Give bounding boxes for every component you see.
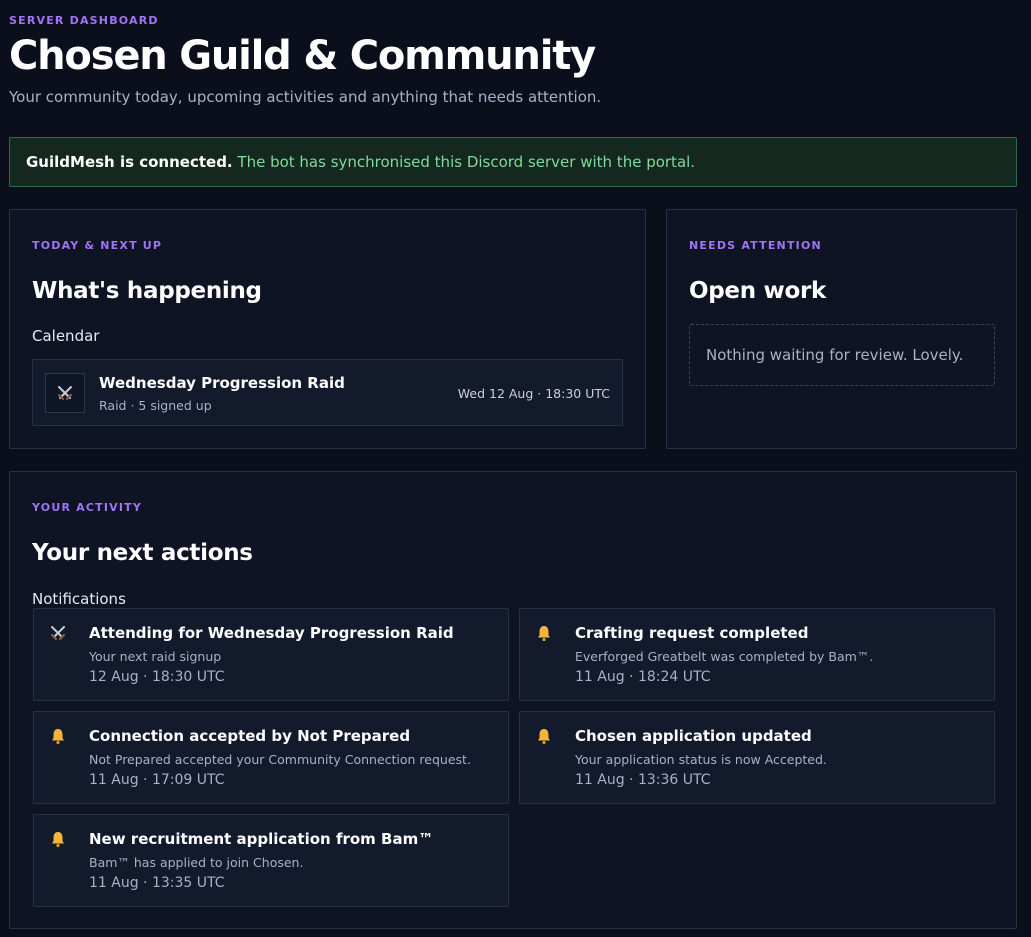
notification-time: 11 Aug · 13:35 UTC — [89, 875, 225, 891]
notification-body: Your application status is now Accepted. — [575, 752, 827, 767]
page-eyebrow: SERVER DASHBOARD — [9, 14, 159, 27]
open-work-title: Open work — [689, 278, 826, 304]
notification-time: 11 Aug · 17:09 UTC — [89, 772, 225, 788]
notification-time: 11 Aug · 18:24 UTC — [575, 669, 711, 685]
notification-item[interactable]: Crafting request completed Everforged Gr… — [519, 608, 995, 701]
banner-strong-text: GuildMesh is connected. — [26, 153, 233, 171]
happening-title: What's happening — [32, 278, 262, 304]
open-work-eyebrow: NEEDS ATTENTION — [689, 239, 822, 252]
notification-item[interactable]: Chosen application updated Your applicat… — [519, 711, 995, 804]
your-activity-card: YOUR ACTIVITY Your next actions Notifica… — [9, 471, 1017, 929]
event-meta: Raid · 5 signed up — [99, 398, 212, 413]
connection-banner: GuildMesh is connected. The bot has sync… — [9, 137, 1017, 187]
notification-body: Your next raid signup — [89, 649, 222, 664]
notification-title: New recruitment application from Bam™ — [89, 830, 434, 848]
open-work-card: NEEDS ATTENTION Open work Nothing waitin… — [666, 209, 1017, 449]
open-work-empty-state: Nothing waiting for review. Lovely. — [689, 324, 995, 386]
notification-title: Connection accepted by Not Prepared — [89, 727, 411, 745]
event-title: Wednesday Progression Raid — [99, 374, 345, 392]
crossed-swords-icon — [45, 373, 85, 413]
notification-title: Attending for Wednesday Progression Raid — [89, 624, 454, 642]
calendar-event-row[interactable]: Wednesday Progression Raid Raid · 5 sign… — [32, 359, 623, 426]
happening-eyebrow: TODAY & NEXT UP — [32, 239, 163, 252]
calendar-label: Calendar — [32, 327, 100, 345]
notification-time: 12 Aug · 18:30 UTC — [89, 669, 225, 685]
whats-happening-card: TODAY & NEXT UP What's happening Calenda… — [9, 209, 646, 449]
notifications-label: Notifications — [32, 590, 126, 608]
notification-body: Bam™ has applied to join Chosen. — [89, 855, 304, 870]
notification-body: Everforged Greatbelt was completed by Ba… — [575, 649, 874, 664]
notification-time: 11 Aug · 13:36 UTC — [575, 772, 711, 788]
bell-icon — [52, 729, 64, 745]
bell-icon — [538, 626, 550, 642]
bell-icon — [52, 832, 64, 848]
notification-title: Crafting request completed — [575, 624, 809, 642]
banner-text: The bot has synchronised this Discord se… — [232, 153, 696, 171]
notification-body: Not Prepared accepted your Community Con… — [89, 752, 471, 767]
page-subtitle: Your community today, upcoming activitie… — [9, 88, 602, 106]
notification-title: Chosen application updated — [575, 727, 812, 745]
notification-item[interactable]: Attending for Wednesday Progression Raid… — [33, 608, 509, 701]
page-title: Chosen Guild & Community — [9, 33, 596, 79]
notification-item[interactable]: Connection accepted by Not Prepared Not … — [33, 711, 509, 804]
bell-icon — [538, 729, 550, 745]
crossed-swords-icon — [50, 626, 66, 641]
event-time: Wed 12 Aug · 18:30 UTC — [457, 386, 610, 401]
activity-eyebrow: YOUR ACTIVITY — [32, 501, 143, 514]
activity-title: Your next actions — [32, 540, 253, 566]
notification-item[interactable]: New recruitment application from Bam™ Ba… — [33, 814, 509, 907]
